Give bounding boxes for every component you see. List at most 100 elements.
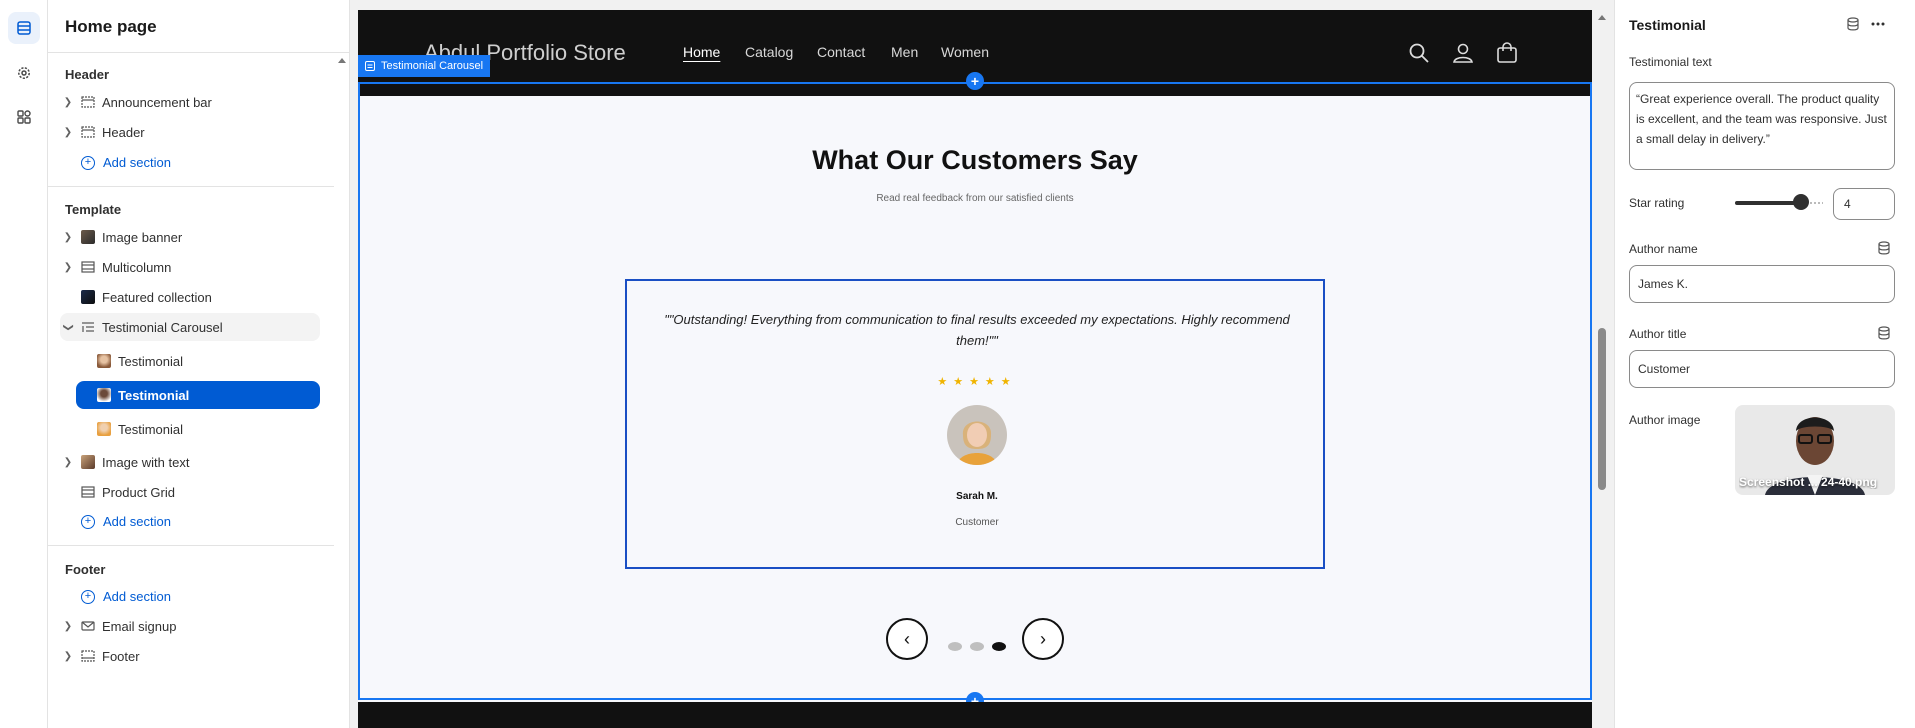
chevron-down-icon[interactable]: ❯ — [63, 319, 74, 335]
plus-circle-icon: + — [81, 155, 95, 170]
nav-contact[interactable]: Contact — [817, 44, 865, 60]
add-section-button[interactable]: + Add section — [81, 155, 171, 170]
divider — [48, 52, 350, 53]
testimonial-text-label: Testimonial text — [1629, 55, 1712, 69]
insert-section-above-button[interactable]: + — [966, 72, 984, 90]
chevron-right-icon[interactable]: ❯ — [60, 262, 76, 273]
tree-item-label: Testimonial — [118, 387, 190, 403]
carousel-section-icon — [80, 319, 96, 335]
carousel-dot-2[interactable] — [970, 642, 984, 651]
tree-item-label: Email signup — [102, 618, 177, 634]
tree-item-label: Testimonial — [118, 353, 184, 369]
account-icon[interactable] — [1452, 42, 1474, 64]
author-name-label: Author name — [1629, 242, 1698, 256]
add-section-button[interactable]: + Add section — [81, 589, 171, 604]
tree-item-label: Testimonial Carousel — [102, 319, 223, 335]
tree-item-label: Image with text — [102, 454, 190, 470]
nav-home[interactable]: Home — [683, 44, 720, 60]
tree-item-featured-collection[interactable]: Featured collection — [60, 283, 320, 311]
group-footer-label: Footer — [65, 562, 106, 577]
star-rating-slider-thumb[interactable] — [1793, 194, 1809, 210]
add-section-label: Add section — [103, 514, 171, 529]
tree-item-multicolumn[interactable]: ❯ Multicolumn — [60, 253, 320, 281]
section-layout-icon — [80, 94, 96, 110]
carousel-dot-1[interactable] — [948, 642, 962, 651]
dynamic-source-icon[interactable] — [1877, 241, 1891, 255]
tree-item-testimonial-1[interactable]: Testimonial — [76, 347, 320, 375]
carousel-dot-3[interactable] — [992, 642, 1006, 651]
dynamic-source-icon[interactable] — [1877, 326, 1891, 340]
author-image-picker[interactable]: Screenshot ... 24-40.png — [1735, 405, 1895, 495]
tree-item-image-with-text[interactable]: ❯ Image with text — [60, 448, 320, 476]
chevron-right-icon[interactable]: ❯ — [60, 621, 76, 632]
group-template-label: Template — [65, 202, 122, 217]
carousel-next-button[interactable]: › — [1022, 618, 1064, 660]
image-with-text-thumbnail — [80, 454, 96, 470]
theme-editor: Home page Header ❯ Announcement bar ❯ He… — [0, 0, 1915, 728]
testimonial-heading: What Our Customers Say — [812, 145, 1138, 175]
block-settings-panel: Testimonial Testimonial text “Great expe… — [1614, 0, 1915, 728]
author-title-field[interactable]: Customer — [1629, 350, 1895, 388]
divider — [48, 545, 334, 546]
author-image-filename: Screenshot ... 24-40.png — [1739, 475, 1878, 489]
testimonial-text-field[interactable]: “Great experience overall. The product q… — [1629, 82, 1895, 170]
tree-item-product-grid[interactable]: Product Grid — [60, 478, 320, 506]
tree-item-image-banner[interactable]: ❯ Image banner — [60, 223, 320, 251]
star-rating: ★★★★★ — [937, 376, 1017, 388]
chevron-right-icon[interactable]: ❯ — [60, 232, 76, 243]
tree-item-label: Multicolumn — [102, 259, 172, 275]
search-icon[interactable] — [1408, 42, 1430, 64]
author-name: Sarah M. — [956, 491, 998, 502]
chevron-right-icon[interactable]: ❯ — [60, 651, 76, 662]
tree-item-label: Product Grid — [102, 484, 175, 500]
divider — [48, 186, 334, 187]
scroll-up-arrow-icon[interactable] — [1594, 10, 1610, 26]
tree-item-testimonial-3[interactable]: Testimonial — [76, 415, 320, 443]
sections-icon[interactable] — [8, 12, 40, 44]
settings-gear-icon[interactable] — [8, 57, 40, 89]
image-banner-thumbnail — [80, 229, 96, 245]
panel-title: Testimonial — [1629, 17, 1706, 33]
carousel-prev-button[interactable]: ‹ — [886, 618, 928, 660]
tree-item-label: Testimonial — [118, 421, 184, 437]
apps-icon[interactable] — [8, 101, 40, 133]
add-section-button[interactable]: + Add section — [81, 514, 171, 529]
selected-section-label: Testimonial Carousel — [381, 60, 484, 72]
nav-catalog[interactable]: Catalog — [745, 44, 793, 60]
tree-item-announcement-bar[interactable]: ❯ Announcement bar — [60, 88, 320, 116]
author-image-label: Author image — [1629, 413, 1701, 427]
chevron-right-icon[interactable]: ❯ — [60, 127, 76, 138]
author-role: Customer — [955, 517, 999, 528]
chevron-right-icon[interactable]: ❯ — [60, 457, 76, 468]
tree-item-testimonial-carousel[interactable]: ❯ Testimonial Carousel — [60, 313, 320, 341]
testimonial-card[interactable]: ""Outstanding! Everything from communica… — [625, 279, 1325, 569]
preview-scrollbar[interactable] — [1594, 10, 1610, 728]
tree-item-label: Image banner — [102, 229, 183, 245]
nav-women[interactable]: Women — [941, 44, 989, 60]
tree-item-email-signup[interactable]: ❯ Email signup — [60, 612, 320, 640]
cart-icon[interactable] — [1496, 42, 1518, 64]
dynamic-source-icon[interactable] — [1846, 17, 1860, 31]
author-avatar — [947, 405, 1007, 465]
tree-item-testimonial-2[interactable]: Testimonial — [76, 381, 320, 409]
scroll-up-arrow-icon[interactable] — [334, 53, 350, 69]
tree-item-label: Footer — [102, 648, 140, 664]
tree-item-header[interactable]: ❯ Header — [60, 118, 320, 146]
scrollbar-thumb[interactable] — [1598, 328, 1606, 490]
add-section-label: Add section — [103, 155, 171, 170]
star-rating-slider-track[interactable] — [1735, 201, 1801, 205]
nav-men[interactable]: Men — [891, 44, 918, 60]
add-section-label: Add section — [103, 589, 171, 604]
section-tree-panel: Home page Header ❯ Announcement bar ❯ He… — [48, 0, 350, 728]
preview-frame: Abdul Portfolio Store Home Catalog Conta… — [358, 10, 1592, 728]
tree-item-footer[interactable]: ❯ Footer — [60, 642, 320, 670]
chevron-right-icon[interactable]: ❯ — [60, 97, 76, 108]
next-section-strip — [358, 702, 1592, 728]
more-options-icon[interactable] — [1871, 17, 1885, 31]
star-rating-input[interactable]: 4 — [1833, 188, 1895, 220]
tree-item-label: Announcement bar — [102, 94, 212, 110]
section-layout-icon — [80, 484, 96, 500]
star-rating-label: Star rating — [1629, 196, 1685, 210]
scrollbar[interactable] — [334, 53, 350, 728]
author-name-field[interactable]: James K. — [1629, 265, 1895, 303]
